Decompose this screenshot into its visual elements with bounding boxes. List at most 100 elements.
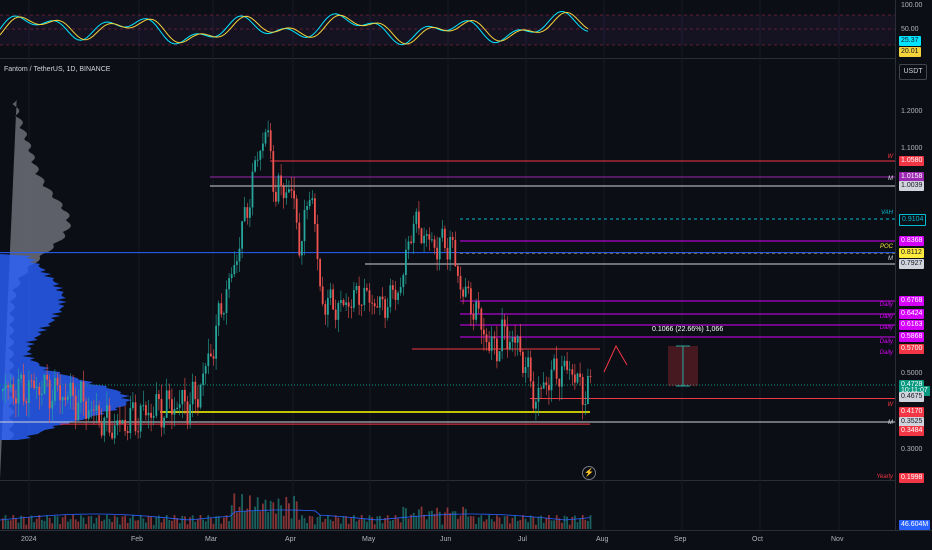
candle-body[interactable]	[350, 306, 353, 308]
candle-body[interactable]	[64, 397, 67, 400]
candle-body[interactable]	[345, 302, 347, 306]
candle-body[interactable]	[204, 366, 207, 374]
candle-body[interactable]	[269, 130, 272, 152]
candle-body[interactable]	[527, 357, 529, 368]
candle-body[interactable]	[176, 407, 178, 409]
candle-body[interactable]	[477, 301, 480, 309]
candle-body[interactable]	[217, 303, 220, 326]
candle-body[interactable]	[35, 386, 38, 389]
candle-body[interactable]	[48, 379, 51, 409]
candle-body[interactable]	[121, 420, 124, 424]
candle-body[interactable]	[337, 302, 340, 320]
candle-body[interactable]	[46, 374, 48, 380]
candle-body[interactable]	[98, 405, 100, 424]
candle-body[interactable]	[303, 209, 306, 242]
candle-body[interactable]	[441, 228, 444, 238]
candle-body[interactable]	[251, 171, 254, 208]
candle-body[interactable]	[80, 381, 82, 403]
candle-body[interactable]	[553, 358, 555, 370]
candle-body[interactable]	[288, 189, 290, 193]
candle-body[interactable]	[38, 386, 41, 395]
candle-body[interactable]	[238, 248, 241, 262]
candle-body[interactable]	[12, 384, 15, 399]
candle-body[interactable]	[402, 274, 405, 288]
replay-lightning-icon[interactable]: ⚡	[582, 466, 596, 480]
candle-body[interactable]	[69, 382, 72, 397]
candle-body[interactable]	[56, 377, 59, 386]
candle-body[interactable]	[306, 206, 308, 210]
candle-body[interactable]	[459, 275, 462, 290]
candle-body[interactable]	[431, 239, 433, 241]
candle-body[interactable]	[389, 285, 392, 308]
candle-body[interactable]	[301, 241, 303, 256]
candle-body[interactable]	[329, 289, 332, 298]
candle-body[interactable]	[137, 431, 139, 433]
candle-body[interactable]	[142, 405, 145, 407]
candle-body[interactable]	[298, 222, 301, 256]
candle-body[interactable]	[28, 380, 30, 403]
candle-body[interactable]	[246, 207, 249, 218]
candle-body[interactable]	[410, 241, 412, 243]
candle-body[interactable]	[381, 296, 384, 300]
candle-body[interactable]	[540, 387, 542, 389]
currency-button[interactable]: USDT	[899, 64, 927, 80]
candle-body[interactable]	[93, 409, 95, 411]
candle-body[interactable]	[85, 401, 87, 419]
candle-body[interactable]	[51, 400, 54, 409]
candle-body[interactable]	[290, 189, 293, 191]
candle-body[interactable]	[236, 261, 238, 265]
candle-body[interactable]	[103, 417, 106, 436]
candle-body[interactable]	[516, 336, 519, 343]
candle-body[interactable]	[438, 237, 441, 260]
candle-body[interactable]	[376, 306, 379, 308]
candle-body[interactable]	[524, 367, 527, 374]
candle-body[interactable]	[191, 381, 194, 405]
candle-body[interactable]	[119, 420, 121, 424]
candle-body[interactable]	[134, 402, 137, 432]
candle-body[interactable]	[259, 150, 262, 160]
candle-body[interactable]	[202, 373, 204, 385]
candle-body[interactable]	[451, 236, 454, 240]
candle-body[interactable]	[340, 300, 342, 303]
candle-body[interactable]	[519, 336, 522, 352]
candle-body[interactable]	[168, 390, 171, 400]
candle-body[interactable]	[72, 382, 74, 396]
candle-body[interactable]	[470, 288, 472, 314]
candle-body[interactable]	[449, 236, 451, 260]
candle-body[interactable]	[462, 289, 464, 297]
candle-body[interactable]	[282, 186, 285, 199]
candle-body[interactable]	[178, 404, 181, 408]
candle-body[interactable]	[566, 360, 568, 371]
candle-body[interactable]	[587, 375, 589, 404]
candle-body[interactable]	[210, 353, 212, 357]
candle-body[interactable]	[160, 399, 163, 428]
candle-body[interactable]	[20, 374, 22, 379]
candle-body[interactable]	[220, 303, 223, 315]
candle-body[interactable]	[324, 304, 327, 315]
candle-body[interactable]	[295, 198, 298, 223]
candle-body[interactable]	[379, 296, 381, 308]
candle-body[interactable]	[574, 374, 576, 383]
candle-body[interactable]	[522, 351, 524, 374]
candle-body[interactable]	[139, 405, 142, 432]
candle-body[interactable]	[17, 378, 20, 404]
candle-body[interactable]	[537, 387, 540, 402]
candle-body[interactable]	[207, 353, 210, 367]
candle-body[interactable]	[184, 389, 186, 402]
candle-body[interactable]	[293, 190, 295, 199]
candle-body[interactable]	[511, 336, 514, 343]
candle-body[interactable]	[493, 336, 496, 339]
candle-body[interactable]	[267, 130, 269, 133]
candle-body[interactable]	[454, 239, 457, 267]
candle-body[interactable]	[25, 401, 28, 403]
candle-body[interactable]	[243, 207, 246, 222]
candle-body[interactable]	[152, 415, 155, 418]
candle-body[interactable]	[501, 319, 503, 352]
candle-body[interactable]	[113, 425, 116, 439]
candle-body[interactable]	[277, 175, 280, 202]
candle-body[interactable]	[503, 319, 506, 327]
candle-body[interactable]	[228, 278, 230, 290]
candle-body[interactable]	[561, 366, 563, 387]
candle-body[interactable]	[457, 266, 459, 276]
candle-body[interactable]	[358, 285, 360, 305]
